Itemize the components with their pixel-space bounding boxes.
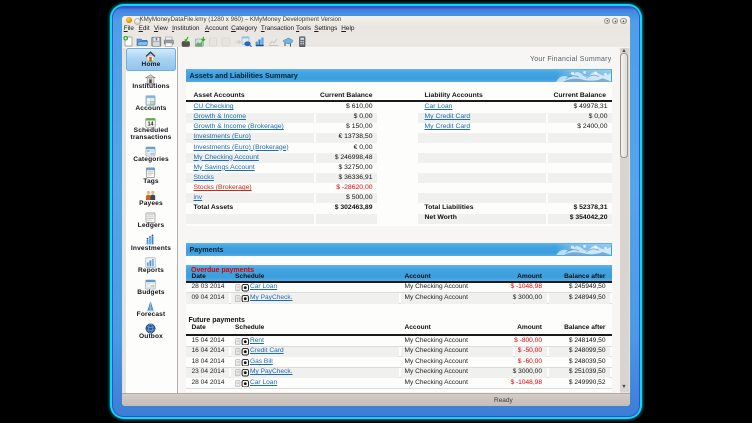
svg-text:14: 14 (148, 121, 155, 127)
